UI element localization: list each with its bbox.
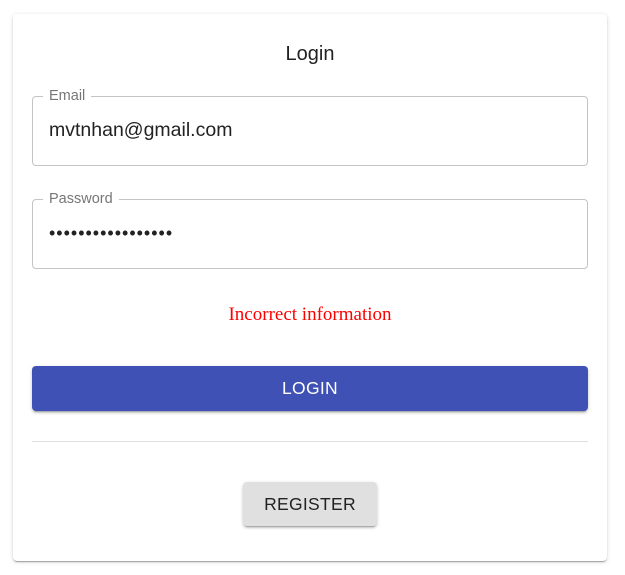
password-label: Password — [43, 190, 119, 208]
page-title: Login — [285, 43, 335, 65]
password-input[interactable] — [49, 218, 571, 248]
email-label: Email — [43, 87, 92, 105]
email-field[interactable]: Email — [32, 87, 588, 166]
email-input[interactable] — [49, 115, 571, 145]
divider — [32, 441, 588, 442]
login-button[interactable]: LOGIN — [32, 366, 588, 411]
register-button[interactable]: REGISTER — [243, 482, 377, 526]
password-field[interactable]: Password — [32, 190, 588, 269]
error-message: Incorrect information — [228, 304, 392, 325]
login-card: Login Email Password Incorrect informati… — [13, 14, 607, 561]
